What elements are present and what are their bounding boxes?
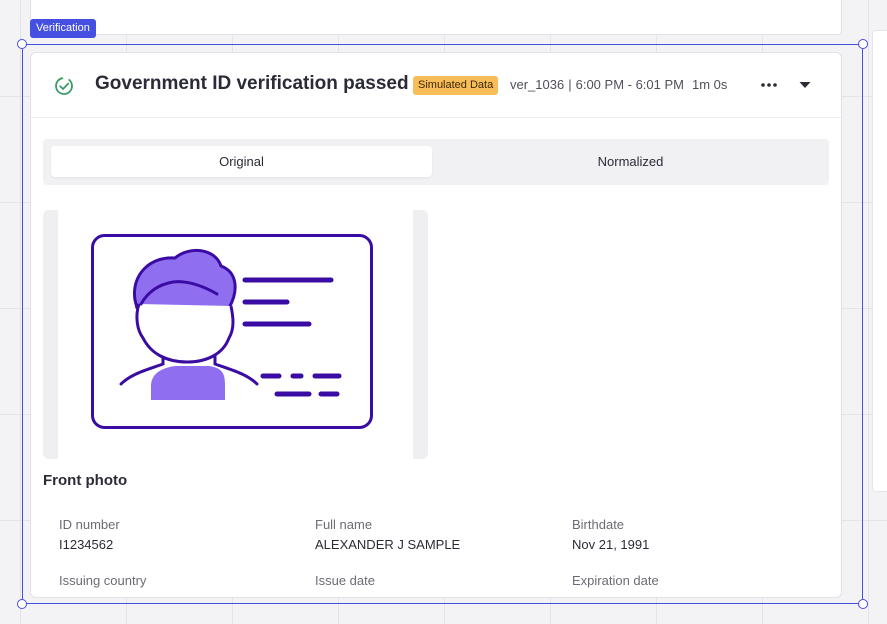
- issuing-country-label: Issuing country: [59, 573, 147, 588]
- expiration-date-label: Expiration date: [572, 573, 659, 588]
- resize-handle-top-right[interactable]: [858, 39, 868, 49]
- front-photo-frame[interactable]: [43, 210, 428, 459]
- tab-original[interactable]: Original: [51, 146, 432, 177]
- full-name-label: Full name: [315, 517, 373, 532]
- verification-meta: ver_1036 | 6:00 PM - 6:01 PM 1m 0s: [510, 76, 727, 94]
- duration: 1m 0s: [692, 77, 728, 92]
- selection-label: Verification: [30, 19, 96, 38]
- verification-title: Government ID verification passed: [95, 73, 409, 94]
- time-range: 6:00 PM - 6:01 PM: [575, 77, 684, 92]
- resize-handle-bottom-right[interactable]: [858, 599, 868, 609]
- id-number-value: I1234562: [59, 537, 114, 552]
- canvas-previous-card: [30, 0, 842, 35]
- view-tabs: Original Normalized: [43, 139, 829, 185]
- birthdate-value: Nov 21, 1991: [572, 537, 650, 552]
- meta-separator: |: [568, 77, 572, 92]
- simulated-data-badge: Simulated Data: [413, 76, 499, 95]
- id-card-illustration: [91, 234, 373, 429]
- check-circle-icon: [55, 77, 73, 95]
- full-name-value: ALEXANDER J SAMPLE: [315, 537, 461, 552]
- canvas-adjacent-card: [872, 30, 887, 492]
- tab-normalized[interactable]: Normalized: [440, 146, 821, 177]
- issue-date-label: Issue date: [315, 573, 375, 588]
- chevron-down-icon[interactable]: [795, 75, 815, 95]
- birthdate-label: Birthdate: [572, 517, 625, 532]
- resize-handle-top-left[interactable]: [17, 39, 27, 49]
- more-options-icon[interactable]: [758, 75, 780, 95]
- resize-handle-bottom-left[interactable]: [17, 599, 27, 609]
- verification-id: ver_1036: [510, 77, 565, 92]
- id-number-label: ID number: [59, 517, 120, 532]
- front-photo-caption: Front photo: [43, 472, 128, 489]
- verification-card[interactable]: Government ID verification passed Simula…: [30, 52, 842, 598]
- front-photo: [58, 210, 413, 459]
- card-header: Government ID verification passed Simula…: [31, 53, 841, 118]
